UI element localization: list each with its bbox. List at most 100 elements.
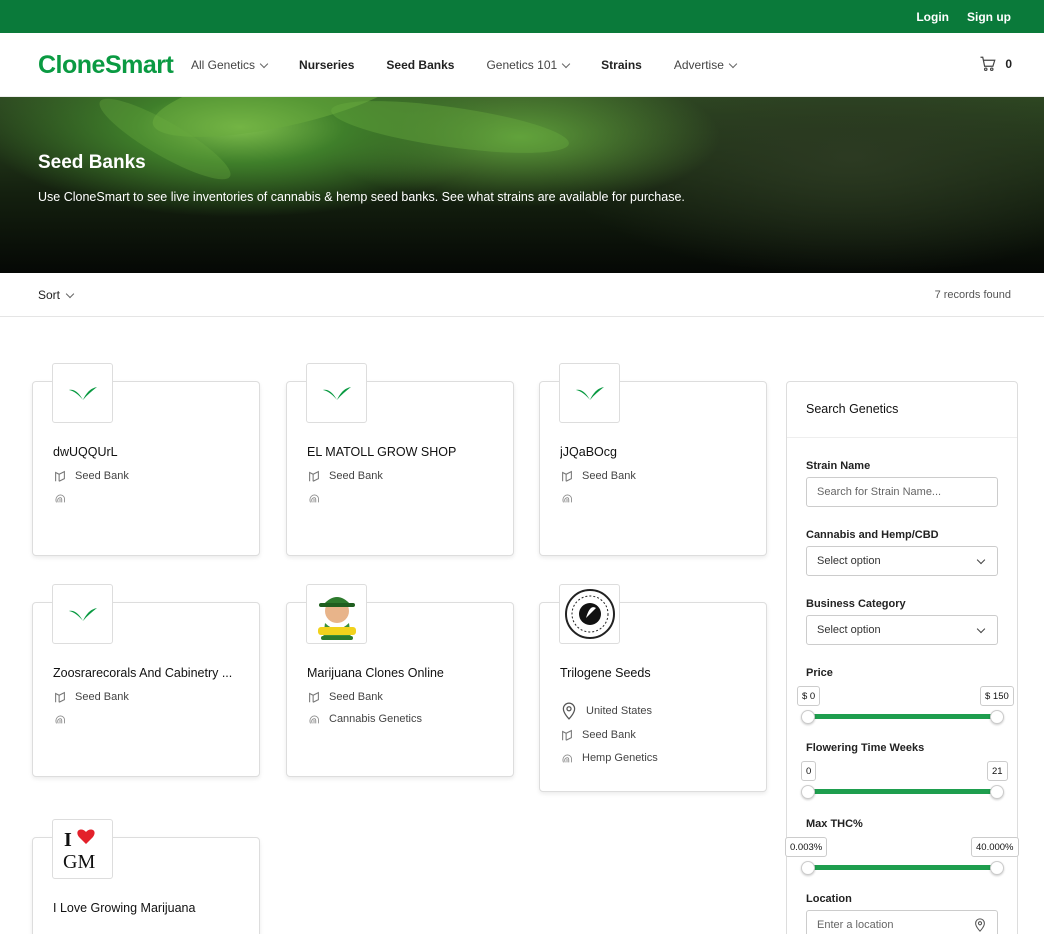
nav-genetics-101-label: Genetics 101 <box>486 58 558 72</box>
listing-name[interactable]: I Love Growing Marijuana <box>53 901 243 915</box>
listing-name[interactable]: dwUQQUrL <box>53 445 243 459</box>
listing-genetics-label: Hemp Genetics <box>582 752 658 764</box>
location-input[interactable]: Enter a location <box>806 910 998 934</box>
strain-name-label: Strain Name <box>806 460 871 472</box>
nav-seed-banks[interactable]: Seed Banks <box>386 58 454 72</box>
price-min-handle[interactable] <box>801 710 815 724</box>
listing-category-label: Seed Bank <box>329 691 383 703</box>
flowering-slider-track <box>808 789 997 794</box>
thc-min-handle[interactable] <box>801 861 815 875</box>
chevron-down-icon <box>561 59 571 68</box>
cannabis-hemp-label: Cannabis and Hemp/CBD <box>806 529 939 541</box>
chevron-down-icon <box>976 624 986 634</box>
nav-nurseries[interactable]: Nurseries <box>299 58 354 72</box>
listing-category-label: Seed Bank <box>329 470 383 482</box>
chevron-down-icon <box>65 289 75 298</box>
chevron-down-icon <box>976 555 986 565</box>
listing-card[interactable]: Zoosrarecorals And Cabinetry ... Seed Ba… <box>32 584 260 777</box>
listing-genetics <box>53 491 67 505</box>
price-max-tag: $ 150 <box>980 686 1014 706</box>
main-nav: CloneSmart All Genetics Nurseries Seed B… <box>0 33 1044 97</box>
nav-strains-label: Strains <box>601 58 642 72</box>
seed-bank-icon <box>309 691 319 703</box>
listing-genetics <box>307 491 321 505</box>
nav-menu: All Genetics Nurseries Seed Banks Geneti… <box>191 33 768 97</box>
listing-genetics: Cannabis Genetics <box>307 712 422 726</box>
search-genetics-panel: Search Genetics Strain Name Search for S… <box>785 381 1019 934</box>
listing-card[interactable]: Trilogene Seeds United States Seed Bank … <box>539 584 767 792</box>
page-title: Seed Banks <box>38 152 146 173</box>
listing-genetics: Hemp Genetics <box>560 751 658 765</box>
signup-link[interactable]: Sign up <box>967 10 1011 24</box>
flowering-min-handle[interactable] <box>801 785 815 799</box>
flowering-max-handle[interactable] <box>990 785 1004 799</box>
leaf-logo-icon <box>52 584 113 644</box>
listing-name[interactable]: Marijuana Clones Online <box>307 666 497 680</box>
thc-max-tag: 40.000% <box>971 837 1019 857</box>
results-toolbar: Sort 7 records found <box>0 273 1044 317</box>
fingerprint-icon <box>309 715 320 724</box>
chevron-down-icon <box>259 59 269 68</box>
leaf-logo-icon <box>559 363 620 423</box>
search-panel-title: Search Genetics <box>806 402 899 416</box>
thc-min-tag: 0.003% <box>785 837 828 857</box>
cart-button[interactable]: 0 <box>979 55 1012 73</box>
fingerprint-icon <box>562 494 573 503</box>
site-logo[interactable]: CloneSmart <box>38 51 174 80</box>
igm-logo-icon: I GM <box>52 819 113 879</box>
svg-text:I: I <box>64 829 72 851</box>
price-max-handle[interactable] <box>990 710 1004 724</box>
chevron-down-icon <box>728 59 738 68</box>
login-link[interactable]: Login <box>916 10 949 24</box>
nav-genetics-101[interactable]: Genetics 101 <box>486 58 571 72</box>
business-category-label: Business Category <box>806 598 906 610</box>
business-category-value: Select option <box>817 624 881 636</box>
listing-category-label: Seed Bank <box>582 470 636 482</box>
business-category-select[interactable]: Select option <box>806 615 998 645</box>
price-min-tag: $ 0 <box>797 686 821 706</box>
top-bar: Login Sign up <box>0 0 1044 33</box>
fingerprint-icon <box>562 754 573 763</box>
listing-name[interactable]: jJQaBOcg <box>560 445 750 459</box>
seed-bank-icon <box>562 470 572 482</box>
price-slider-track <box>808 714 997 719</box>
listing-category-label: Seed Bank <box>75 470 129 482</box>
listing-category: Seed Bank <box>307 690 383 704</box>
nav-nurseries-label: Nurseries <box>299 58 355 72</box>
listing-name[interactable]: Trilogene Seeds <box>560 666 750 680</box>
nav-advertise[interactable]: Advertise <box>674 58 738 72</box>
page-subtitle: Use CloneSmart to see live inventories o… <box>38 190 685 204</box>
cannabis-hemp-value: Select option <box>817 555 881 567</box>
listing-name[interactable]: EL MATOLL GROW SHOP <box>307 445 497 459</box>
nav-strains[interactable]: Strains <box>601 58 642 72</box>
thc-slider-track <box>808 865 997 870</box>
thc-max-handle[interactable] <box>990 861 1004 875</box>
seed-bank-icon <box>309 470 319 482</box>
seed-bank-icon <box>562 729 572 741</box>
listing-genetics <box>560 491 574 505</box>
flowering-max-tag: 21 <box>987 761 1008 781</box>
listing-card[interactable]: dwUQQUrL Seed Bank <box>32 363 260 556</box>
listing-category: Seed Bank <box>560 728 636 742</box>
sort-dropdown[interactable]: Sort <box>38 288 75 302</box>
listing-card[interactable]: EL MATOLL GROW SHOP Seed Bank <box>286 363 514 556</box>
listing-category: Seed Bank <box>53 469 129 483</box>
listing-name[interactable]: Zoosrarecorals And Cabinetry ... <box>53 666 243 680</box>
strain-name-input[interactable]: Search for Strain Name... <box>806 477 998 507</box>
cart-icon <box>980 56 996 72</box>
listing-category: Seed Bank <box>560 469 636 483</box>
hero-leaf-decoration <box>328 97 572 164</box>
listing-genetics-label: Cannabis Genetics <box>329 713 422 725</box>
seal-logo-icon <box>559 584 620 644</box>
nav-all-genetics[interactable]: All Genetics <box>191 58 269 72</box>
cannabis-hemp-select[interactable]: Select option <box>806 546 998 576</box>
max-thc-label: Max THC% <box>806 818 863 830</box>
listing-card[interactable]: I GM I Love Growing Marijuana <box>32 819 260 934</box>
listing-card[interactable]: jJQaBOcg Seed Bank <box>539 363 767 556</box>
hero-banner: Seed Banks Use CloneSmart to see live in… <box>0 97 1044 273</box>
divider <box>787 437 1017 438</box>
nav-all-genetics-label: All Genetics <box>191 58 256 72</box>
location-pin-icon <box>562 702 576 720</box>
listing-card[interactable]: Marijuana Clones Online Seed Bank Cannab… <box>286 584 514 777</box>
listing-category: Seed Bank <box>307 469 383 483</box>
